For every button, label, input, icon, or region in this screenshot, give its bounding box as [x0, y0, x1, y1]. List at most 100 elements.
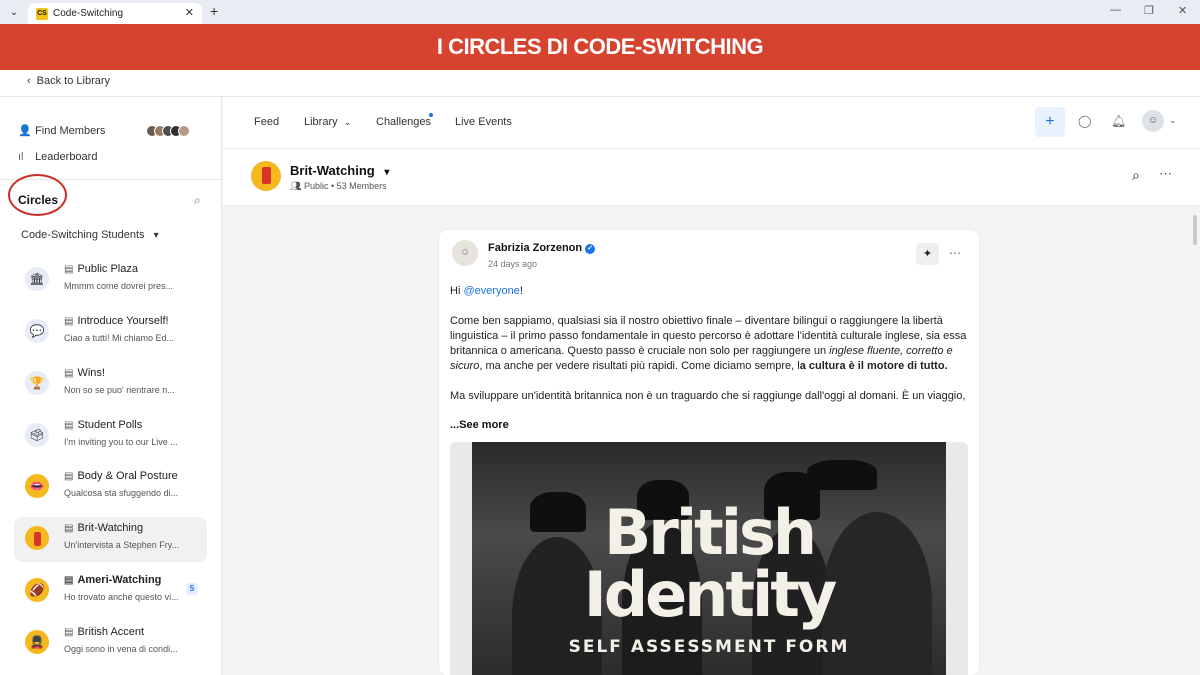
document-icon: ▤ [64, 575, 74, 586]
notification-dot [429, 113, 433, 117]
sidebar-item-ameri-watching[interactable]: 🏈 ▤ Ameri-Watching Ho trovato anche questo … [14, 569, 207, 614]
page-banner: I CIRCLES DI CODE-SWITCHING [0, 24, 1200, 70]
scrollbar[interactable] [1193, 215, 1197, 245]
document-icon: ▤ [64, 264, 74, 275]
document-icon: ▤ [64, 627, 74, 638]
sidebar-item-public-plaza[interactable]: 🏛 ▤ Public Plaza Mmmm come dovrei pres... [14, 258, 207, 303]
greeting-end: ! [519, 285, 523, 297]
sidebar-item-brit-watching[interactable]: ▤ Brit-Watching Un'intervista a Stephen Fr… [14, 517, 207, 562]
more-icon[interactable]: ⋯ [1159, 166, 1172, 182]
circle-name: Wins! [77, 367, 105, 379]
unread-badge: 5 [186, 583, 198, 595]
maximize-icon[interactable]: ❐ [1144, 4, 1154, 17]
sidebar-item-body-oral-posture[interactable]: 👄 ▤ Body & Oral Posture Qualcosa sta sfugge… [14, 465, 207, 510]
phone-booth-icon [251, 161, 281, 191]
leaderboard-link[interactable]: ıl Leaderboard [18, 151, 97, 163]
circle-name: Student Polls [77, 419, 143, 431]
verified-icon: ✓ [585, 244, 596, 254]
bank-icon: 🏛 [25, 267, 49, 291]
chevron-down-icon: ▾ [153, 230, 159, 241]
nav-feed[interactable]: Feed [254, 116, 279, 128]
more-icon[interactable]: ⋯ [949, 246, 961, 260]
bowler-hat-shape [807, 460, 877, 490]
sidebar-item-label: ▤ Student Polls [64, 419, 142, 431]
pin-icon[interactable]: ✦ [916, 243, 939, 265]
nav-library-label: Library [304, 116, 338, 128]
author-name-label: Fabrizia Zorzenon [488, 242, 583, 254]
bar-chart-icon: ıl [18, 151, 24, 163]
mention-link[interactable]: @everyone [463, 285, 519, 297]
post-image[interactable]: British Identity SELF ASSESSMENT FORM [450, 442, 968, 675]
circle-preview: Qualcosa sta sfuggendo di... [64, 488, 179, 498]
trophy-icon: 🏆 [25, 371, 49, 395]
create-button[interactable]: + [1035, 107, 1065, 137]
sidebar-item-label: ▤ Brit-Watching [64, 522, 143, 534]
circle-preview: Un'intervista a Stephen Fry... [64, 540, 180, 550]
back-to-library-link[interactable]: ‹ Back to Library [27, 75, 110, 87]
document-icon: ▤ [64, 316, 74, 327]
chevron-down-icon: ▾ [384, 167, 390, 178]
post-body: Hi @everyone! Come ben sappiamo, qualsia… [450, 284, 970, 402]
sidebar-item-label: ▤ Wins! [64, 367, 105, 379]
circle-title-label: Brit-Watching [290, 163, 375, 178]
circle-preview: Oggi sono in vena di condi... [64, 644, 178, 654]
minimize-icon[interactable]: — [1110, 4, 1121, 16]
group-label: Code-Switching Students [21, 229, 145, 241]
sidebar-item-introduce-yourself[interactable]: 💬 ▤ Introduce Yourself! Ciao a tutti! Mi ch… [14, 310, 207, 355]
sidebar-item-wins[interactable]: 🏆 ▤ Wins! Non so se puo' rientrare n... [14, 362, 207, 407]
nav-library[interactable]: Library ⌄ [304, 116, 351, 128]
leaderboard-label: Leaderboard [35, 151, 98, 163]
user-avatar[interactable]: ☺ [1142, 110, 1164, 132]
tab-list-menu-button[interactable]: ⌄ [6, 5, 22, 21]
close-window-icon[interactable]: ✕ [1178, 4, 1187, 17]
post-card: ☺ Fabrizia Zorzenon ✓ 24 days ago ✦ ⋯ Hi … [439, 230, 979, 675]
members-icon: 👥︎ [290, 181, 304, 191]
member-avatars[interactable] [146, 124, 190, 137]
british-identity-image: British Identity SELF ASSESSMENT FORM [472, 442, 946, 675]
browser-tab[interactable]: CS Code-Switching ✕ [28, 3, 202, 24]
poll-icon: 🗳 [25, 423, 49, 447]
see-more-link[interactable]: ...See more [450, 419, 509, 431]
find-members-link[interactable]: 👤 Find Members [18, 124, 105, 137]
author-avatar[interactable]: ☺ [452, 240, 478, 266]
sidebar: 👤 Find Members ıl Leaderboard Circles ⌕ … [0, 97, 222, 675]
circle-title[interactable]: Brit-Watching ▾ [290, 163, 389, 178]
circle-name: Body & Oral Posture [77, 470, 178, 482]
circle-preview: Non so se puo' rientrare n... [64, 385, 175, 395]
tab-close-icon[interactable]: ✕ [185, 6, 194, 19]
circle-preview: I'm inviting you to our Live ... [64, 437, 178, 447]
circle-name: British Accent [77, 626, 145, 638]
tab-title: Code-Switching [53, 8, 124, 19]
search-icon[interactable]: ⌕ [194, 193, 201, 208]
person-icon: 👤 [18, 125, 32, 137]
mouth-icon: 👄 [25, 474, 49, 498]
group-dropdown[interactable]: Code-Switching Students ▾ [21, 229, 159, 241]
sidebar-item-label: ▤ Introduce Yourself! [64, 315, 169, 327]
nav-challenges[interactable]: Challenges [376, 116, 431, 128]
favicon: CS [36, 8, 48, 20]
circles-heading: Circles [18, 193, 59, 207]
circle-name: Public Plaza [77, 263, 138, 275]
circle-preview: Ho trovato anche questo vi... [64, 592, 179, 602]
bell-icon[interactable]: 🔔︎ [1111, 114, 1126, 128]
circle-name: Brit-Watching [77, 522, 144, 534]
document-icon: ▤ [64, 523, 74, 534]
sidebar-item-label: ▤ Body & Oral Posture [64, 470, 178, 482]
hello-bubble-icon: 💬 [25, 319, 49, 343]
circle-name: Introduce Yourself! [77, 315, 169, 327]
avatar [178, 125, 190, 137]
phone-booth-icon [25, 526, 49, 550]
circle-preview: Mmmm come dovrei pres... [64, 281, 174, 291]
author-name[interactable]: Fabrizia Zorzenon ✓ [488, 242, 596, 254]
sidebar-item-british-accent[interactable]: 💂 ▤ British Accent Oggi sono in vena di con… [14, 621, 207, 666]
chat-icon[interactable]: ◯ [1078, 114, 1091, 128]
search-icon[interactable]: ⌕ [1132, 167, 1140, 184]
sidebar-item-student-polls[interactable]: 🗳 ▤ Student Polls I'm inviting you to our L… [14, 414, 207, 459]
chevron-left-icon: ‹ [27, 75, 31, 87]
post-paragraph: Come ben sappiamo, qualsiasi sia il nost… [450, 314, 970, 374]
new-tab-button[interactable]: + [210, 3, 218, 19]
post-paragraph: Ma sviluppare un'identità britannica non… [450, 390, 966, 402]
chevron-down-icon[interactable]: ⌄ [1169, 115, 1177, 126]
paragraph-strong: a cultura è il motore di tutto. [799, 360, 948, 372]
nav-live-events[interactable]: Live Events [455, 116, 512, 128]
